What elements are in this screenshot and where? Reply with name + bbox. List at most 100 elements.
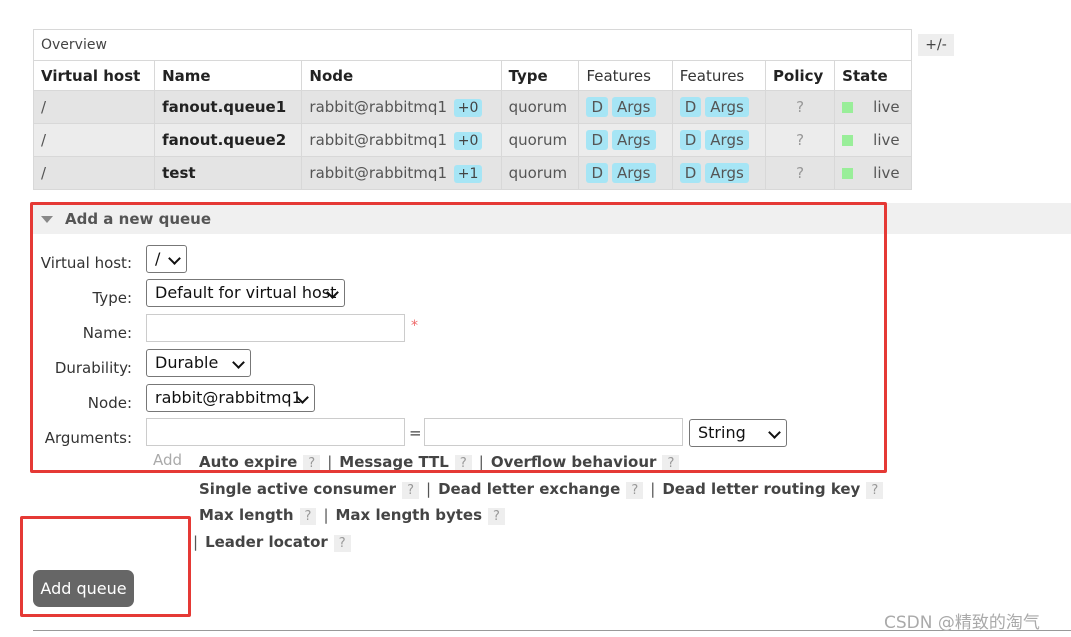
cell-features: D Args [578,90,673,124]
add-queue-title[interactable]: Add a new queue [65,210,211,228]
chevron-down-icon [232,356,245,369]
durable-tag: D [679,163,702,183]
node-name: rabbit@rabbitmq1 [309,130,447,149]
cell-state: live [834,90,912,124]
help-icon[interactable]: ? [299,508,317,525]
max-length-bytes-link[interactable]: Max length bytes [336,506,483,524]
args-tag: Args [705,130,749,150]
queue-name-link[interactable]: test [154,156,303,190]
queue-name-link[interactable]: fanout.queue2 [154,123,303,157]
cell-node: rabbit@rabbitmq1 +0 [301,123,502,157]
args-tag: Args [612,163,656,183]
argument-shortcuts-row: | Leader locator? [193,533,351,552]
required-marker: * [411,318,418,334]
argument-type-select[interactable]: String [689,419,787,447]
queue-name-link[interactable]: fanout.queue1 [154,90,303,124]
node-replicas-badge: +0 [453,131,483,150]
node-replicas-badge: +1 [453,164,483,183]
collapse-triangle-icon[interactable] [41,216,53,223]
durability-label: Durability: [54,359,132,377]
cell-type: quorum [500,123,580,157]
cell-policy: ? [765,90,836,124]
cell-state: live [834,156,912,190]
auto-expire-link[interactable]: Auto expire [199,453,297,471]
node-select[interactable]: rabbit@rabbitmq1 [146,384,315,412]
durable-tag: D [586,97,608,117]
cell-state: live [834,123,912,157]
column-toggle-button[interactable]: +/- [918,34,954,56]
help-icon[interactable]: ? [662,455,680,472]
cell-type: quorum [500,90,580,124]
cell-features-2: D Args [671,123,767,157]
type-select-value: Default for virtual host [155,283,337,302]
args-tag: Args [705,163,749,183]
cell-vhost: / [32,156,156,190]
col-name[interactable]: Name [154,60,303,91]
durable-tag: D [586,130,608,150]
args-tag: Args [612,97,656,117]
help-icon[interactable]: ? [866,482,884,499]
cell-vhost: / [32,90,156,124]
argument-key-input[interactable] [146,418,405,446]
cell-features: D Args [578,123,673,157]
state-indicator [842,168,854,179]
cell-type: quorum [500,156,580,190]
help-icon[interactable]: ? [402,482,419,499]
argument-type-value: String [698,423,746,442]
help-icon[interactable]: ? [333,535,351,552]
cell-node: rabbit@rabbitmq1 +0 [301,90,502,124]
col-virtual-host[interactable]: Virtual host [32,60,156,91]
cell-policy: ? [765,123,836,157]
single-active-consumer-link[interactable]: Single active consumer [199,480,396,498]
col-features-2: Features [671,60,767,91]
durability-select-value: Durable [155,353,219,372]
node-name: rabbit@rabbitmq1 [309,163,447,182]
overflow-behaviour-link[interactable]: Overflow behaviour [491,453,657,471]
message-ttl-link[interactable]: Message TTL [339,453,449,471]
state-indicator [842,102,854,113]
vhost-label: Virtual host: [40,254,132,272]
node-select-value: rabbit@rabbitmq1 [155,388,302,407]
argument-shortcuts-row: Max length? | Max length bytes? [199,506,505,525]
argument-value-input[interactable] [424,418,683,446]
state-text: live [873,164,900,182]
leader-locator-link[interactable]: Leader locator [205,533,328,551]
cell-node: rabbit@rabbitmq1 +1 [301,156,502,190]
durable-tag: D [679,97,702,117]
cell-policy: ? [765,156,836,190]
col-policy[interactable]: Policy [765,60,836,91]
node-name: rabbit@rabbitmq1 [309,97,447,116]
queues-table: Overview Virtual host Name Node Type Fea… [32,29,912,190]
help-icon[interactable]: ? [303,455,321,472]
type-select[interactable]: Default for virtual host [146,279,345,307]
vhost-select[interactable]: / [146,245,187,273]
name-label: Name: [82,324,132,342]
table-row: / fanout.queue2 rabbit@rabbitmq1 +0 quor… [32,123,912,157]
durable-tag: D [679,130,702,150]
watermark: CSDN @精致的淘气 [884,613,1040,633]
add-queue-button[interactable]: Add queue [33,570,134,607]
help-icon[interactable]: ? [454,455,472,472]
arguments-label: Arguments: [44,429,132,447]
argument-shortcuts-row: Single active consumer? | Dead letter exch… [199,480,884,499]
help-icon[interactable]: ? [626,482,644,499]
help-icon[interactable]: ? [488,508,505,525]
queue-name-input[interactable] [146,314,405,342]
cell-features: D Args [578,156,673,190]
col-type[interactable]: Type [500,60,580,91]
overview-header: Overview [33,29,912,61]
node-label: Node: [87,394,132,412]
chevron-down-icon [768,426,781,439]
vhost-select-value: / [155,249,161,268]
cell-features-2: D Args [671,90,767,124]
dead-letter-routing-key-link[interactable]: Dead letter routing key [662,480,860,498]
state-indicator [842,135,854,146]
dead-letter-exchange-link[interactable]: Dead letter exchange [438,480,620,498]
equals-sign: = [409,424,422,442]
state-text: live [873,98,900,116]
col-node[interactable]: Node [301,60,502,91]
max-length-link[interactable]: Max length [199,506,294,524]
col-state[interactable]: State [834,60,912,91]
durability-select[interactable]: Durable [146,349,251,377]
add-argument-link[interactable]: Add [153,451,182,469]
